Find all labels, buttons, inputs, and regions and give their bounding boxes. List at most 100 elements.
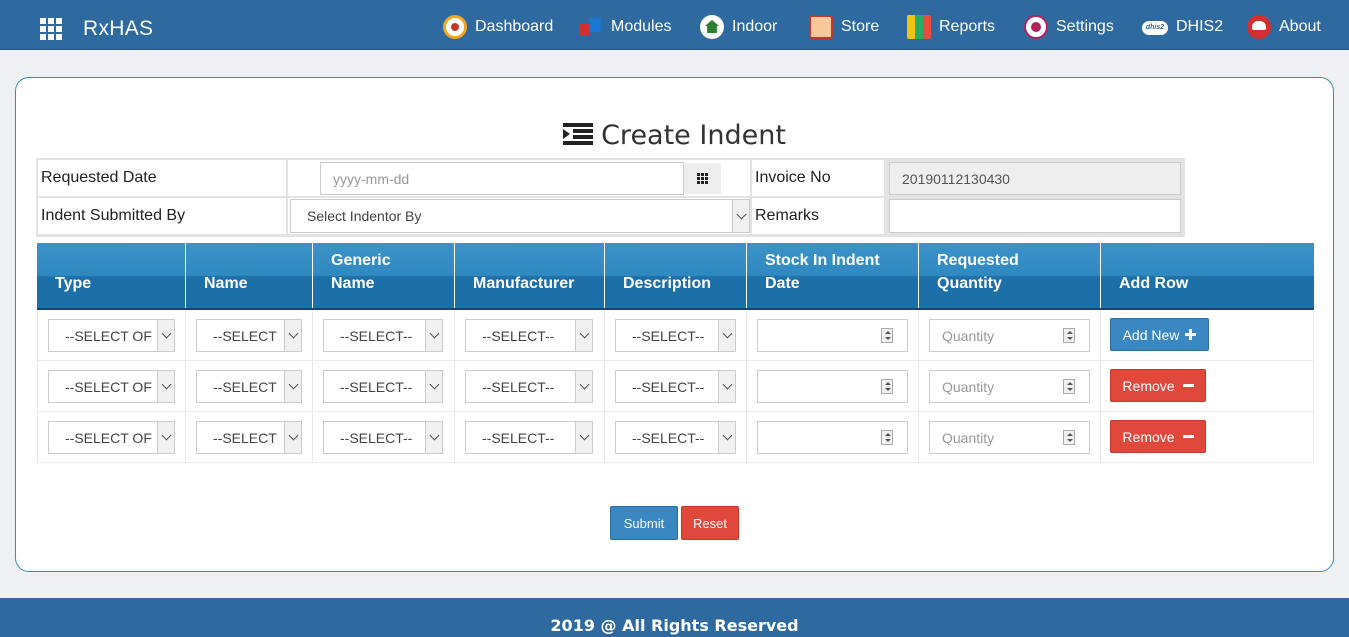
stock-date-input[interactable] xyxy=(757,421,908,454)
submit-button[interactable]: Submit xyxy=(610,506,678,540)
table-cell: --SELECT-- xyxy=(313,412,455,463)
nav-dhis2[interactable]: dhis2 DHIS2 xyxy=(1142,14,1223,40)
generic-name-select[interactable]: --SELECT-- xyxy=(323,319,443,352)
manufacturer-select[interactable]: --SELECT-- xyxy=(465,421,593,454)
manufacturer-select[interactable]: --SELECT-- xyxy=(465,319,593,352)
description-select[interactable]: --SELECT-- xyxy=(615,370,736,403)
table-cell: Remove xyxy=(1101,361,1314,412)
quantity-input[interactable]: Quantity xyxy=(929,421,1090,454)
apps-grid-icon[interactable] xyxy=(40,18,62,40)
dashboard-icon xyxy=(443,15,467,39)
submitted-by-label: Indent Submitted By xyxy=(38,198,286,234)
description-select[interactable]: --SELECT-- xyxy=(615,319,736,352)
app-brand[interactable]: RxHAS xyxy=(83,17,153,41)
type-select[interactable]: --SELECT OF xyxy=(48,319,175,352)
chevron-down-icon xyxy=(718,320,735,351)
indentor-select[interactable]: Select Indentor By xyxy=(290,199,750,233)
table-cell: --SELECT-- xyxy=(313,361,455,412)
nav-dashboard[interactable]: Dashboard xyxy=(443,14,553,40)
footer-text: 2019 @ All Rights Reserved xyxy=(550,616,799,635)
field-value: --SELECT-- xyxy=(340,429,413,446)
table-cell: --SELECT-- xyxy=(605,361,747,412)
remarks-field[interactable] xyxy=(889,199,1181,233)
indent-form: Requested Date yyyy-mm-dd Invoice No 201… xyxy=(36,158,1185,237)
add-new-button[interactable]: Add New xyxy=(1110,318,1209,351)
chevron-down-icon xyxy=(732,200,749,232)
field-value: --SELECT-- xyxy=(632,378,705,395)
chevron-down-icon xyxy=(575,320,592,351)
table-cell: --SELECT-- xyxy=(605,310,747,361)
chevron-down-icon xyxy=(157,320,174,351)
button-label: Remove xyxy=(1122,377,1175,394)
requested-date-label: Requested Date xyxy=(38,160,286,196)
table-cell: Quantity xyxy=(919,310,1101,361)
col-header-type: Type xyxy=(37,243,186,308)
generic-name-select[interactable]: --SELECT-- xyxy=(323,370,443,403)
top-navbar: RxHAS Dashboard Modules Indoor Store Rep… xyxy=(0,0,1349,50)
indentor-select-value: Select Indentor By xyxy=(307,208,422,224)
type-select[interactable]: --SELECT OF xyxy=(48,421,175,454)
spinner-icon xyxy=(881,379,893,394)
table-cell xyxy=(747,361,919,412)
nav-reports[interactable]: Reports xyxy=(907,14,995,40)
nav-dashboard-label: Dashboard xyxy=(475,18,554,35)
nav-indoor[interactable]: Indoor xyxy=(700,14,777,40)
generic-name-select[interactable]: --SELECT-- xyxy=(323,421,443,454)
nav-about-label: About xyxy=(1279,18,1321,35)
table-cell: Quantity xyxy=(919,412,1101,463)
chevron-down-icon xyxy=(425,320,442,351)
field-value: --SELECT-- xyxy=(632,429,705,446)
name-select[interactable]: --SELECT xyxy=(196,421,302,454)
quantity-input[interactable]: Quantity xyxy=(929,319,1090,352)
description-select[interactable]: --SELECT-- xyxy=(615,421,736,454)
field-value: Quantity xyxy=(942,327,995,344)
button-label: Add New xyxy=(1122,326,1180,343)
table-cell xyxy=(747,412,919,463)
stock-date-input[interactable] xyxy=(757,370,908,403)
invoice-no-label: Invoice No xyxy=(752,160,884,196)
nav-modules[interactable]: Modules xyxy=(579,14,671,40)
stock-date-input[interactable] xyxy=(757,319,908,352)
spinner-icon xyxy=(1063,328,1075,343)
nav-reports-label: Reports xyxy=(939,18,996,35)
table-cell: --SELECT-- xyxy=(605,412,747,463)
field-value: --SELECT-- xyxy=(340,327,413,344)
dhis2-icon: dhis2 xyxy=(1142,21,1168,35)
field-value: --SELECT-- xyxy=(482,327,555,344)
col-header-quantity: Requested Quantity xyxy=(919,243,1101,308)
name-select[interactable]: --SELECT xyxy=(196,370,302,403)
table-cell: --SELECT xyxy=(186,310,313,361)
table-row: --SELECT OF --SELECT --SELECT-- --SELECT… xyxy=(37,361,1314,412)
chevron-down-icon xyxy=(718,422,735,453)
spinner-icon xyxy=(881,430,893,445)
plus-icon xyxy=(1185,329,1197,340)
page-footer: 2019 @ All Rights Reserved xyxy=(0,598,1349,637)
nav-store[interactable]: Store xyxy=(809,14,879,40)
spinner-icon xyxy=(1063,430,1075,445)
nav-settings[interactable]: Settings xyxy=(1024,14,1114,40)
indent-icon xyxy=(563,123,594,145)
name-select[interactable]: --SELECT xyxy=(196,319,302,352)
requested-date-input[interactable]: yyyy-mm-dd xyxy=(320,162,684,195)
field-value: --SELECT-- xyxy=(482,378,555,395)
spinner-icon xyxy=(1063,379,1075,394)
nav-about[interactable]: About xyxy=(1247,14,1321,40)
minus-icon xyxy=(1182,384,1194,387)
table-row: --SELECT OF --SELECT --SELECT-- --SELECT… xyxy=(37,310,1314,361)
page-title: Create Indent xyxy=(16,120,1333,151)
field-value: --SELECT-- xyxy=(632,327,705,344)
calendar-button[interactable] xyxy=(683,163,721,194)
manufacturer-select[interactable]: --SELECT-- xyxy=(465,370,593,403)
chevron-down-icon xyxy=(284,320,301,351)
remove-button[interactable]: Remove xyxy=(1110,420,1206,453)
field-value: --SELECT xyxy=(213,327,277,344)
items-table-header: Type Name Generic Name Manufacturer Desc… xyxy=(37,243,1314,310)
invoice-no-field[interactable]: 20190112130430 xyxy=(889,162,1181,195)
type-select[interactable]: --SELECT OF xyxy=(48,370,175,403)
reset-button[interactable]: Reset xyxy=(681,506,739,540)
remove-button[interactable]: Remove xyxy=(1110,369,1206,402)
nav-indoor-label: Indoor xyxy=(732,18,778,35)
indoor-icon xyxy=(700,15,724,39)
table-cell: --SELECT xyxy=(186,412,313,463)
quantity-input[interactable]: Quantity xyxy=(929,370,1090,403)
